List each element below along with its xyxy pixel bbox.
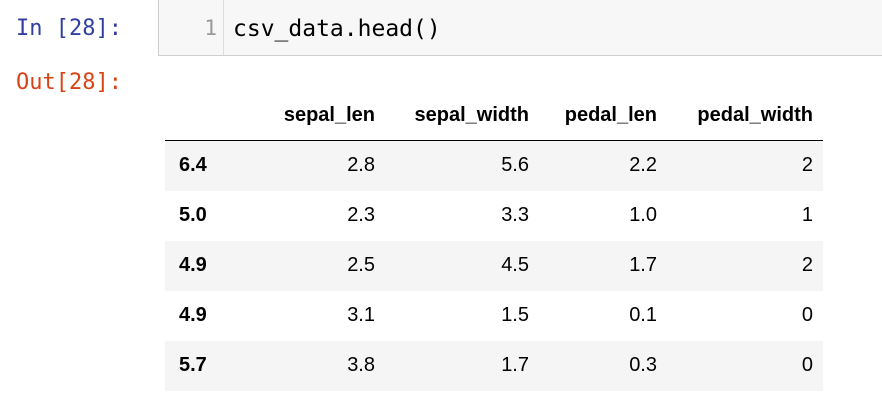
table-cell: 2 bbox=[801, 254, 813, 276]
table-cell: 1 bbox=[801, 204, 813, 226]
table-cell: 1.7 bbox=[629, 254, 657, 276]
notebook-page: In [28]: 1 csv_data.head() Out[28]: sepa… bbox=[0, 0, 882, 407]
output-prompt: Out[28]: bbox=[16, 70, 122, 95]
row-index: 5.7 bbox=[179, 354, 207, 376]
line-number: 1 bbox=[204, 16, 217, 40]
table-cell: 0.3 bbox=[629, 354, 657, 376]
row-index: 4.9 bbox=[179, 304, 207, 326]
table-cell: 3.1 bbox=[347, 304, 375, 326]
row-index: 5.0 bbox=[179, 204, 207, 226]
column-header-sepal-width: sepal_width bbox=[385, 90, 539, 141]
column-header-sepal-len: sepal_len bbox=[241, 90, 385, 141]
index-header bbox=[165, 90, 241, 141]
table-row: 6.4 2.8 5.6 2.2 2 bbox=[165, 140, 823, 191]
table-cell: 2.2 bbox=[629, 154, 657, 177]
table-cell: 2 bbox=[801, 154, 813, 177]
row-index: 6.4 bbox=[179, 154, 207, 177]
table-cell: 0 bbox=[801, 354, 813, 376]
table-body: 6.4 2.8 5.6 2.2 2 5.0 2.3 3.3 1.0 1 4.9 … bbox=[165, 140, 823, 391]
table-cell: 5.6 bbox=[501, 154, 529, 177]
table-cell: 0 bbox=[801, 304, 813, 326]
table-row: 4.9 2.5 4.5 1.7 2 bbox=[165, 240, 823, 291]
table-header: sepal_len sepal_width pedal_len pedal_wi… bbox=[165, 90, 823, 141]
table-cell: 1.0 bbox=[629, 204, 657, 226]
output-area: sepal_len sepal_width pedal_len pedal_wi… bbox=[165, 90, 823, 391]
table-cell: 3.8 bbox=[347, 354, 375, 376]
header-row: sepal_len sepal_width pedal_len pedal_wi… bbox=[165, 90, 823, 141]
input-prompt: In [28]: bbox=[16, 16, 122, 41]
code-input-cell[interactable]: 1 csv_data.head() bbox=[158, 0, 882, 56]
table-cell: 2.8 bbox=[347, 154, 375, 177]
table-cell: 1.5 bbox=[501, 304, 529, 326]
code-text[interactable]: csv_data.head() bbox=[233, 16, 441, 42]
table-cell: 3.3 bbox=[501, 204, 529, 226]
table-cell: 2.5 bbox=[347, 254, 375, 276]
column-header-pedal-width: pedal_width bbox=[667, 90, 823, 141]
table-cell: 2.3 bbox=[347, 204, 375, 226]
table-row: 5.0 2.3 3.3 1.0 1 bbox=[165, 190, 823, 241]
table-cell: 4.5 bbox=[501, 254, 529, 276]
table-cell: 1.7 bbox=[501, 354, 529, 376]
table-cell: 0.1 bbox=[629, 304, 657, 326]
gutter-divider bbox=[223, 0, 224, 55]
table-row: 5.7 3.8 1.7 0.3 0 bbox=[165, 340, 823, 391]
table-row: 4.9 3.1 1.5 0.1 0 bbox=[165, 290, 823, 341]
dataframe-table: sepal_len sepal_width pedal_len pedal_wi… bbox=[165, 90, 823, 391]
column-header-pedal-len: pedal_len bbox=[539, 90, 667, 141]
row-index: 4.9 bbox=[179, 254, 207, 276]
